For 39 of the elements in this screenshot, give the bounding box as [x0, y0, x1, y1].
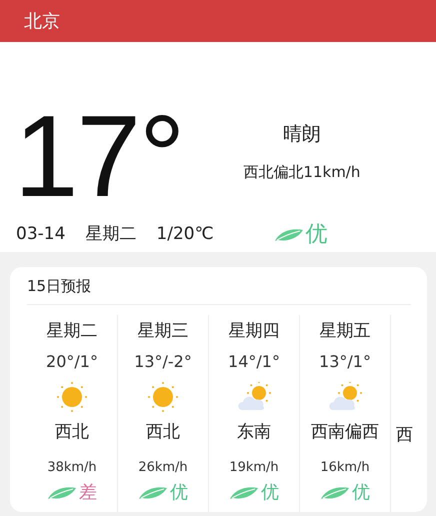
wind-info: 西北偏北11km/h	[243, 162, 360, 182]
current-temperature: 17°	[14, 98, 184, 214]
sun-behind-cloud-icon	[236, 382, 272, 412]
wind-direction: 西北	[146, 421, 180, 444]
weekday-label: 星期五	[320, 320, 370, 342]
sun-icon	[145, 382, 181, 412]
leaf-icon	[47, 486, 77, 500]
leaf-icon	[320, 486, 350, 500]
sun-behind-cloud-icon	[327, 382, 363, 412]
air-quality-label: 差	[79, 483, 97, 503]
city-title: 北京	[24, 11, 60, 32]
wind-speed: 38km/h	[47, 458, 97, 476]
weekday-label: 星期二	[46, 320, 98, 342]
temperature-range: 13°/-2°	[134, 351, 192, 373]
wind-speed: 26km/h	[138, 458, 188, 476]
air-quality-label: 优	[352, 483, 370, 503]
air-quality-label: 优	[170, 483, 188, 503]
wind-speed: 19km/h	[229, 458, 279, 476]
leaf-icon	[138, 486, 168, 500]
wind-direction: 西	[396, 424, 413, 446]
temperature-range: 14°/1°	[228, 351, 280, 373]
date-label: 03-14	[16, 222, 66, 246]
wind-direction: 东南	[237, 421, 271, 444]
weather-condition: 晴朗	[282, 122, 321, 147]
leaf-icon	[274, 228, 304, 242]
leaf-icon	[229, 486, 259, 500]
sun-icon	[54, 382, 90, 412]
weekday-label: 星期二	[85, 222, 136, 246]
weekday-label: 星期三	[138, 320, 188, 342]
forecast-title: 15日预报	[27, 277, 92, 295]
wind-speed: 16km/h	[320, 458, 370, 476]
wind-direction: 西南偏西	[311, 421, 379, 444]
temperature-range: 1/20℃	[156, 222, 214, 246]
air-quality-label: 优	[306, 221, 328, 249]
wind-direction: 西北	[55, 421, 89, 444]
temperature-range: 13°/1°	[319, 351, 371, 373]
air-quality-label: 优	[261, 483, 279, 503]
weekday-label: 星期四	[228, 320, 280, 342]
temperature-range: 20°/1°	[46, 351, 98, 373]
